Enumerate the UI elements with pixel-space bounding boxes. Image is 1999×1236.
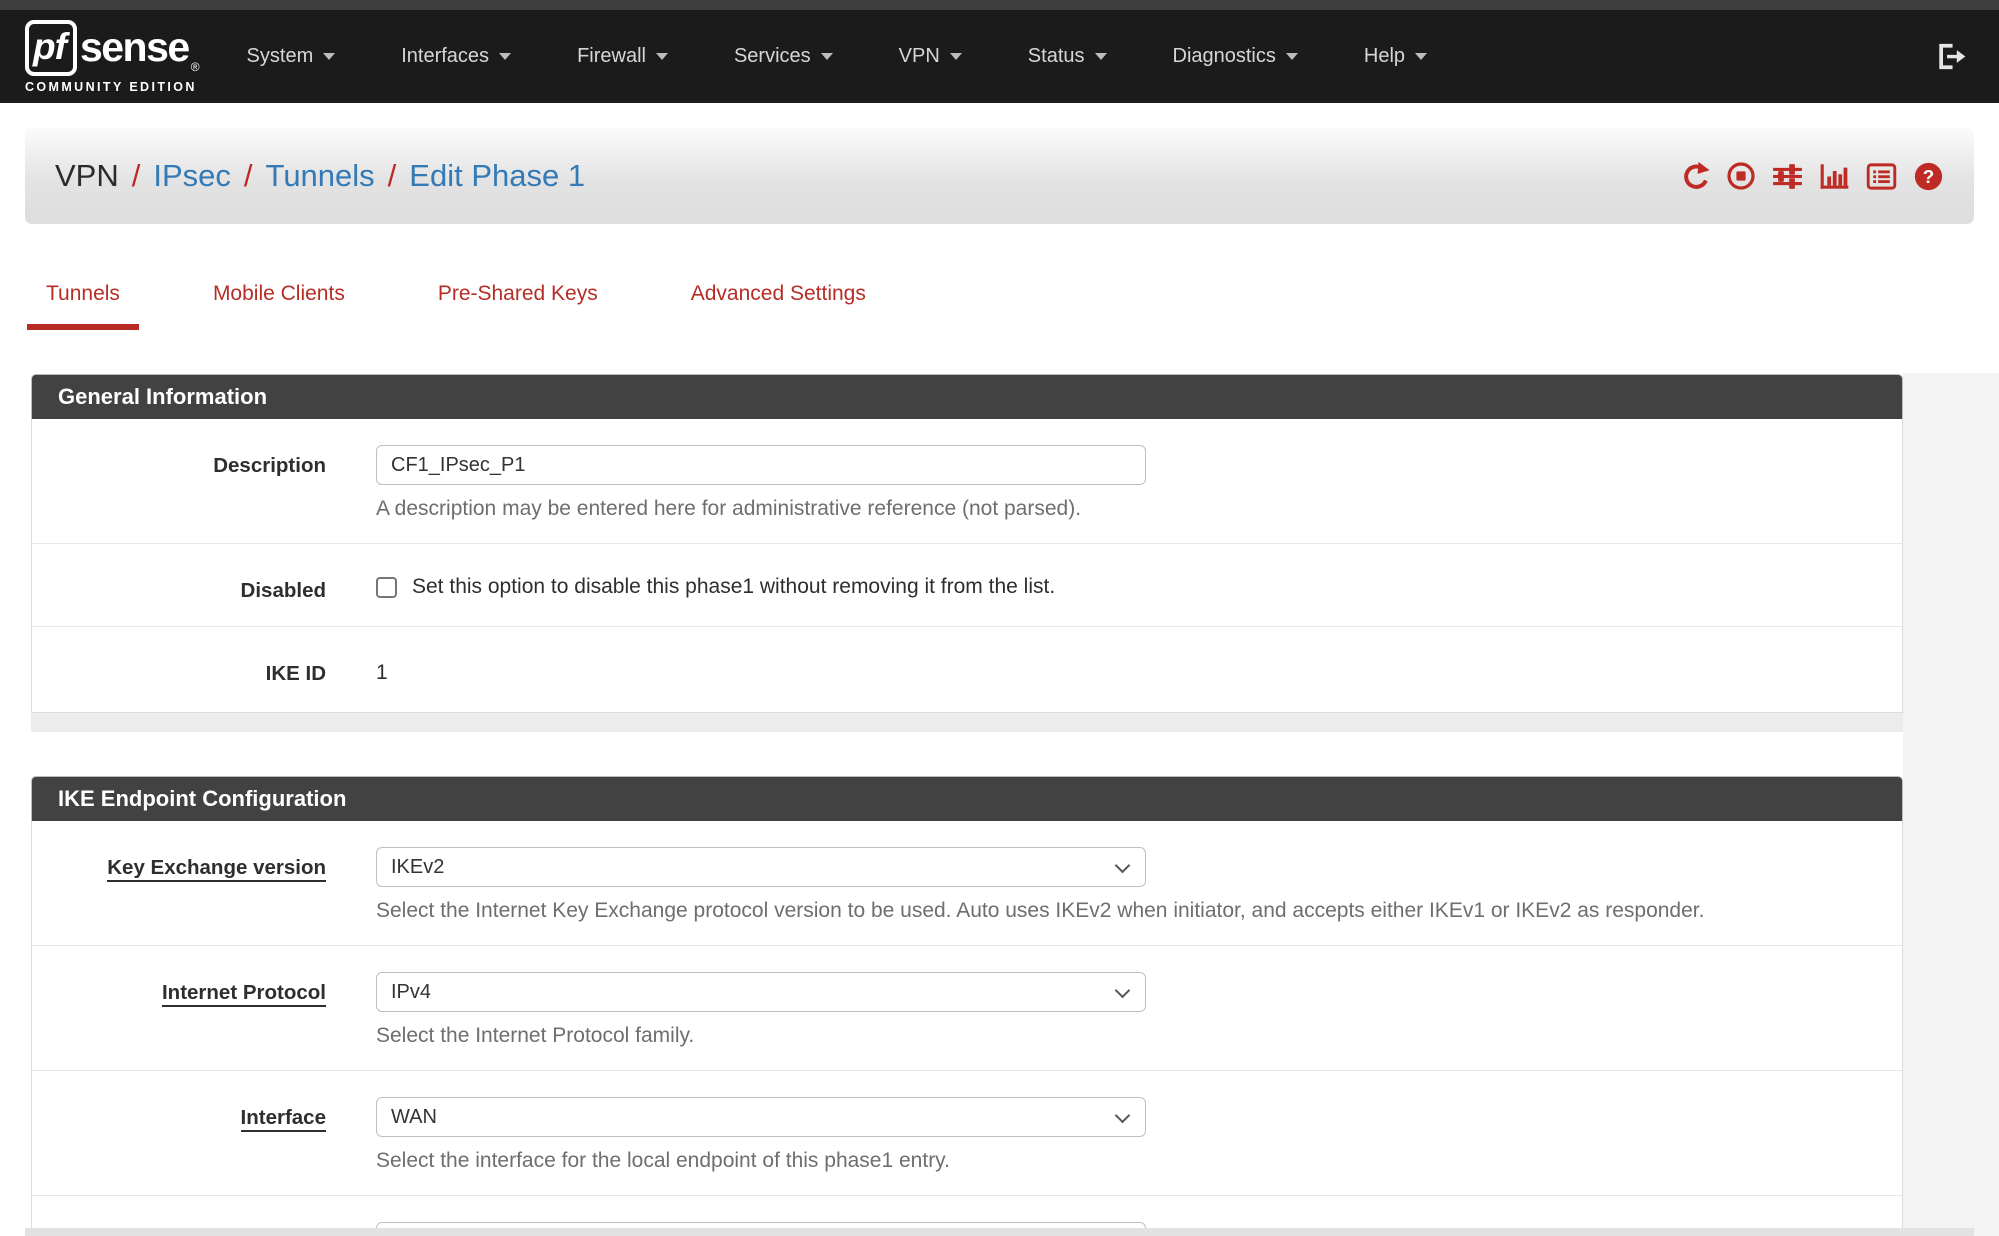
row-key-exchange-version: Key Exchange version IKEv2 Select the In… — [32, 821, 1902, 945]
chevron-down-icon — [1115, 1108, 1131, 1124]
key-exchange-version-select[interactable]: IKEv2 — [376, 847, 1146, 887]
chevron-down-icon — [1415, 53, 1427, 60]
interface-help: Select the interface for the local endpo… — [376, 1149, 1902, 1173]
registered-mark: ® — [191, 60, 200, 74]
breadcrumb-separator: / — [132, 158, 141, 194]
breadcrumb: VPN / IPsec / Tunnels / Edit Phase 1 — [55, 158, 585, 194]
tab-bar: Tunnels Mobile Clients Pre-Shared Keys A… — [27, 282, 1999, 330]
breadcrumb-ipsec[interactable]: IPsec — [153, 158, 231, 194]
bar-chart-icon[interactable] — [1819, 161, 1850, 192]
nav-item-vpn[interactable]: VPN — [866, 45, 995, 68]
page-action-icons: ? — [1679, 161, 1944, 192]
breadcrumb-separator: / — [244, 158, 253, 194]
nav-item-firewall[interactable]: Firewall — [544, 45, 701, 68]
panel-general-information: General Information Description A descri… — [31, 374, 1903, 713]
breadcrumb-panel: VPN / IPsec / Tunnels / Edit Phase 1 — [25, 128, 1974, 224]
ike-id-label: IKE ID — [32, 653, 326, 687]
main-navbar: pf sense ® COMMUNITY EDITION System Inte… — [0, 10, 1999, 103]
tab-pre-shared-keys[interactable]: Pre-Shared Keys — [419, 282, 617, 330]
breadcrumb-separator: / — [388, 158, 397, 194]
chevron-down-icon — [1115, 858, 1131, 874]
stop-icon[interactable] — [1726, 161, 1756, 191]
row-disabled: Disabled Set this option to disable this… — [32, 543, 1902, 626]
next-panel-edge — [25, 1228, 1974, 1236]
interface-label: Interface — [32, 1097, 326, 1173]
page-right-gutter — [1903, 373, 1999, 1236]
nav-item-services[interactable]: Services — [701, 45, 866, 68]
description-label: Description — [32, 445, 326, 521]
key-exchange-version-label: Key Exchange version — [32, 847, 326, 923]
panel-ike-endpoint-configuration: IKE Endpoint Configuration Key Exchange … — [31, 776, 1903, 1236]
breadcrumb-vpn: VPN — [55, 158, 119, 194]
logo-sense-text: sense — [80, 24, 189, 71]
description-help: A description may be entered here for ad… — [376, 497, 1902, 521]
nav-item-help[interactable]: Help — [1331, 45, 1460, 68]
disabled-checkbox[interactable] — [376, 577, 397, 598]
nav-item-status[interactable]: Status — [995, 45, 1140, 68]
breadcrumb-edit-phase-1[interactable]: Edit Phase 1 — [409, 158, 585, 194]
chevron-down-icon — [821, 53, 833, 60]
chevron-down-icon — [1115, 983, 1131, 999]
ike-id-value: 1 — [376, 653, 1902, 685]
panel-header: General Information — [31, 374, 1903, 419]
sign-out-icon[interactable] — [1934, 40, 1967, 73]
disabled-checkbox-text: Set this option to disable this phase1 w… — [412, 575, 1055, 599]
nav-item-interfaces[interactable]: Interfaces — [368, 45, 544, 68]
nav-menu: System Interfaces Firewall Services VPN … — [214, 45, 1460, 68]
internet-protocol-label: Internet Protocol — [32, 972, 326, 1048]
row-description: Description A description may be entered… — [32, 419, 1902, 543]
key-exchange-version-help: Select the Internet Key Exchange protoco… — [376, 899, 1902, 923]
tab-advanced-settings[interactable]: Advanced Settings — [672, 282, 885, 330]
tab-tunnels[interactable]: Tunnels — [27, 282, 139, 330]
chevron-down-icon — [656, 53, 668, 60]
refresh-icon[interactable] — [1679, 161, 1710, 192]
tab-mobile-clients[interactable]: Mobile Clients — [194, 282, 364, 330]
row-internet-protocol: Internet Protocol IPv4 Select the Intern… — [32, 945, 1902, 1070]
panel-header: IKE Endpoint Configuration — [31, 776, 1903, 821]
help-icon[interactable]: ? — [1913, 161, 1944, 192]
panel-gap — [31, 713, 1903, 732]
pfsense-logo[interactable]: pf sense ® COMMUNITY EDITION — [25, 20, 200, 94]
row-ike-id: IKE ID 1 — [32, 626, 1902, 709]
log-icon[interactable] — [1866, 161, 1897, 192]
chevron-down-icon — [1286, 53, 1298, 60]
logo-pf-mark: pf — [25, 20, 77, 76]
disabled-label: Disabled — [32, 570, 326, 604]
breadcrumb-tunnels[interactable]: Tunnels — [266, 158, 375, 194]
interface-select[interactable]: WAN — [376, 1097, 1146, 1137]
svg-text:?: ? — [1923, 166, 1935, 187]
top-strip — [0, 0, 1999, 10]
row-interface: Interface WAN Select the interface for t… — [32, 1070, 1902, 1195]
internet-protocol-help: Select the Internet Protocol family. — [376, 1024, 1902, 1048]
chevron-down-icon — [499, 53, 511, 60]
sliders-icon[interactable] — [1772, 161, 1803, 192]
nav-item-system[interactable]: System — [214, 45, 369, 68]
nav-item-diagnostics[interactable]: Diagnostics — [1140, 45, 1331, 68]
chevron-down-icon — [950, 53, 962, 60]
chevron-down-icon — [1095, 53, 1107, 60]
chevron-down-icon — [323, 53, 335, 60]
description-input[interactable] — [376, 445, 1146, 485]
logo-subtitle: COMMUNITY EDITION — [25, 80, 200, 94]
internet-protocol-select[interactable]: IPv4 — [376, 972, 1146, 1012]
